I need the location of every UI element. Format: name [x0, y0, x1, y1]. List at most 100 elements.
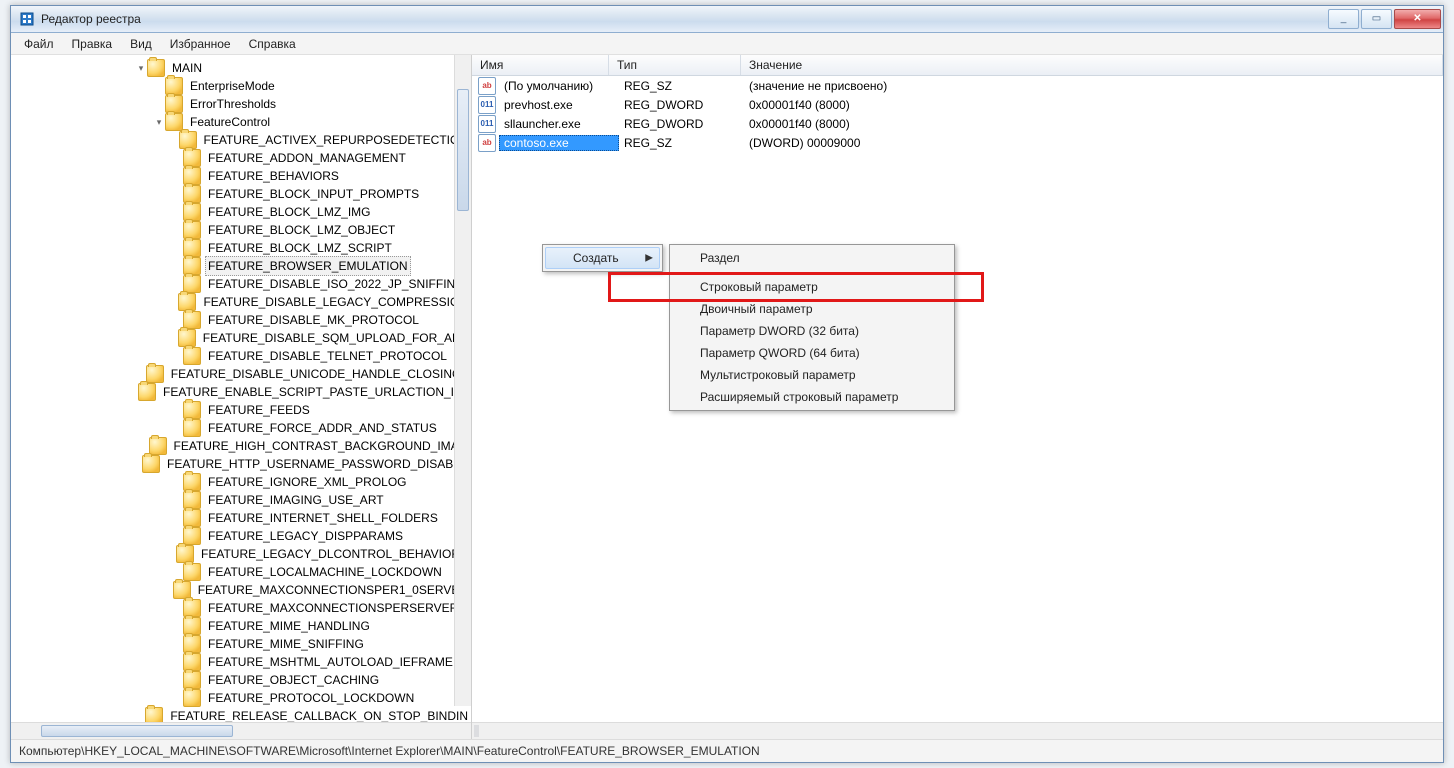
ctx-item[interactable]: Параметр QWORD (64 бита) [672, 342, 952, 364]
tree-label: FEATURE_OBJECT_CACHING [205, 671, 382, 689]
folder-icon [146, 365, 164, 383]
tree-item[interactable]: FEATURE_BLOCK_INPUT_PROMPTS [15, 185, 471, 203]
cell-name: prevhost.exe [499, 98, 619, 112]
list-row[interactable]: 011prevhost.exeREG_DWORD0x00001f40 (8000… [472, 95, 1443, 114]
minimize-button[interactable]: _ [1328, 9, 1359, 29]
app-icon [19, 11, 35, 27]
tree-item[interactable]: FEATURE_DISABLE_LEGACY_COMPRESSION [15, 293, 471, 311]
tree-label: FEATURE_DISABLE_TELNET_PROTOCOL [205, 347, 450, 365]
tree-item[interactable]: FEATURE_MSHTML_AUTOLOAD_IEFRAME [15, 653, 471, 671]
window-title: Редактор реестра [41, 12, 141, 26]
tree-item[interactable]: FEATURE_MAXCONNECTIONSPERSERVER [15, 599, 471, 617]
tree-item[interactable]: FEATURE_BROWSER_EMULATION [15, 257, 471, 275]
tree-item[interactable]: FEATURE_PROTOCOL_LOCKDOWN [15, 689, 471, 707]
tree-item[interactable]: FEATURE_IGNORE_XML_PROLOG [15, 473, 471, 491]
tree-item[interactable]: FEATURE_OBJECT_CACHING [15, 671, 471, 689]
ctx-item[interactable]: Строковый параметр [672, 276, 952, 298]
tree-item[interactable]: FEATURE_HIGH_CONTRAST_BACKGROUND_IMAG [15, 437, 471, 455]
tree-item[interactable]: FEATURE_DISABLE_MK_PROTOCOL [15, 311, 471, 329]
tree-label: FEATURE_PROTOCOL_LOCKDOWN [205, 689, 417, 707]
menu-help[interactable]: Справка [240, 33, 305, 55]
menu-edit[interactable]: Правка [63, 33, 122, 55]
cell-type: REG_SZ [619, 136, 744, 150]
ctx-item[interactable]: Расширяемый строковый параметр [672, 386, 952, 408]
expander-icon[interactable]: ▾ [135, 59, 147, 77]
tree-item[interactable]: FEATURE_BEHAVIORS [15, 167, 471, 185]
tree-label: FEATURE_HTTP_USERNAME_PASSWORD_DISABLE [164, 455, 471, 473]
tree-pane: ▾MAINEnterpriseModeErrorThresholds▾Featu… [11, 55, 472, 739]
tree-label: FEATURE_IMAGING_USE_ART [205, 491, 387, 509]
menu-file[interactable]: Файл [15, 33, 63, 55]
tree-item[interactable]: FEATURE_IMAGING_USE_ART [15, 491, 471, 509]
col-name[interactable]: Имя [472, 55, 609, 75]
list-row[interactable]: abcontoso.exeREG_SZ(DWORD) 00009000 [472, 133, 1443, 152]
ctx-create[interactable]: Создать ▶ [545, 247, 660, 269]
tree-label: FEATURE_FEEDS [205, 401, 313, 419]
tree-vertical-scrollbar[interactable] [454, 55, 471, 706]
menubar: Файл Правка Вид Избранное Справка [11, 33, 1443, 56]
string-value-icon: ab [478, 77, 496, 95]
tree-item[interactable]: FEATURE_BLOCK_LMZ_IMG [15, 203, 471, 221]
list-horizontal-scrollbar[interactable] [472, 722, 1443, 739]
tree-label: FEATURE_BEHAVIORS [205, 167, 342, 185]
ctx-item[interactable]: Параметр DWORD (32 бита) [672, 320, 952, 342]
tree-item[interactable]: FEATURE_DISABLE_SQM_UPLOAD_FOR_APP [15, 329, 471, 347]
ctx-item[interactable]: Мультистроковый параметр [672, 364, 952, 386]
maximize-button[interactable]: ▭ [1361, 9, 1392, 29]
tree-item[interactable]: FEATURE_FEEDS [15, 401, 471, 419]
folder-icon [147, 59, 165, 77]
tree-item[interactable]: FEATURE_ENABLE_SCRIPT_PASTE_URLACTION_IF… [15, 383, 471, 401]
tree-label: FEATURE_BLOCK_INPUT_PROMPTS [205, 185, 422, 203]
tree-item[interactable]: FEATURE_MIME_HANDLING [15, 617, 471, 635]
folder-icon [183, 419, 201, 437]
tree-item[interactable]: FEATURE_LEGACY_DISPPARAMS [15, 527, 471, 545]
tree-label: FEATURE_ACTIVEX_REPURPOSEDETECTION [201, 131, 472, 149]
tree-item[interactable]: FEATURE_MAXCONNECTIONSPER1_0SERVER [15, 581, 471, 599]
tree-item[interactable]: FEATURE_ACTIVEX_REPURPOSEDETECTION [15, 131, 471, 149]
statusbar: Компьютер\HKEY_LOCAL_MACHINE\SOFTWARE\Mi… [11, 739, 1443, 762]
cell-name: sllauncher.exe [499, 117, 619, 131]
tree-item[interactable]: FEATURE_DISABLE_UNICODE_HANDLE_CLOSING_ [15, 365, 471, 383]
tree-item[interactable]: ▾FeatureControl [15, 113, 471, 131]
tree-item[interactable]: FEATURE_LOCALMACHINE_LOCKDOWN [15, 563, 471, 581]
tree-item[interactable]: ▾MAIN [15, 59, 471, 77]
col-data[interactable]: Значение [741, 55, 1443, 75]
cell-data: 0x00001f40 (8000) [744, 98, 1443, 112]
menu-favorites[interactable]: Избранное [161, 33, 240, 55]
ctx-item[interactable]: Раздел [672, 247, 952, 269]
submenu-arrow-icon: ▶ [645, 253, 653, 264]
tree-item[interactable]: FEATURE_DISABLE_TELNET_PROTOCOL [15, 347, 471, 365]
close-button[interactable]: ✕ [1394, 9, 1441, 29]
tree-item[interactable]: FEATURE_BLOCK_LMZ_OBJECT [15, 221, 471, 239]
titlebar[interactable]: Редактор реестра _ ▭ ✕ [11, 6, 1443, 33]
tree-item[interactable]: EnterpriseMode [15, 77, 471, 95]
window-buttons: _ ▭ ✕ [1328, 9, 1441, 29]
ctx-item[interactable]: Двоичный параметр [672, 298, 952, 320]
cell-data: 0x00001f40 (8000) [744, 117, 1443, 131]
tree-item[interactable]: FEATURE_RELEASE_CALLBACK_ON_STOP_BINDIN [15, 707, 471, 722]
list-header[interactable]: Имя Тип Значение [472, 55, 1443, 76]
dword-value-icon: 011 [478, 115, 496, 133]
tree-label: FEATURE_RELEASE_CALLBACK_ON_STOP_BINDIN [167, 707, 471, 722]
tree-item[interactable]: FEATURE_FORCE_ADDR_AND_STATUS [15, 419, 471, 437]
tree-item[interactable]: FEATURE_DISABLE_ISO_2022_JP_SNIFFING [15, 275, 471, 293]
expander-icon[interactable]: ▾ [153, 113, 165, 131]
cell-type: REG_DWORD [619, 117, 744, 131]
tree-item[interactable]: FEATURE_BLOCK_LMZ_SCRIPT [15, 239, 471, 257]
tree-item[interactable]: FEATURE_ADDON_MANAGEMENT [15, 149, 471, 167]
tree-label: FEATURE_INTERNET_SHELL_FOLDERS [205, 509, 441, 527]
tree-horizontal-scrollbar[interactable] [11, 722, 471, 739]
tree-item[interactable]: FEATURE_HTTP_USERNAME_PASSWORD_DISABLE [15, 455, 471, 473]
list-row[interactable]: 011sllauncher.exeREG_DWORD0x00001f40 (80… [472, 114, 1443, 133]
folder-icon [183, 689, 201, 707]
tree-item[interactable]: FEATURE_MIME_SNIFFING [15, 635, 471, 653]
menu-view[interactable]: Вид [121, 33, 161, 55]
tree-item[interactable]: FEATURE_LEGACY_DLCONTROL_BEHAVIORS [15, 545, 471, 563]
tree-item[interactable]: FEATURE_INTERNET_SHELL_FOLDERS [15, 509, 471, 527]
tree-item[interactable]: ErrorThresholds [15, 95, 471, 113]
list-row[interactable]: ab(По умолчанию)REG_SZ(значение не присв… [472, 76, 1443, 95]
folder-icon [165, 113, 183, 131]
tree-label: FEATURE_ENABLE_SCRIPT_PASTE_URLACTION_IF… [160, 383, 471, 401]
col-type[interactable]: Тип [609, 55, 741, 75]
tree-label: EnterpriseMode [187, 77, 278, 95]
